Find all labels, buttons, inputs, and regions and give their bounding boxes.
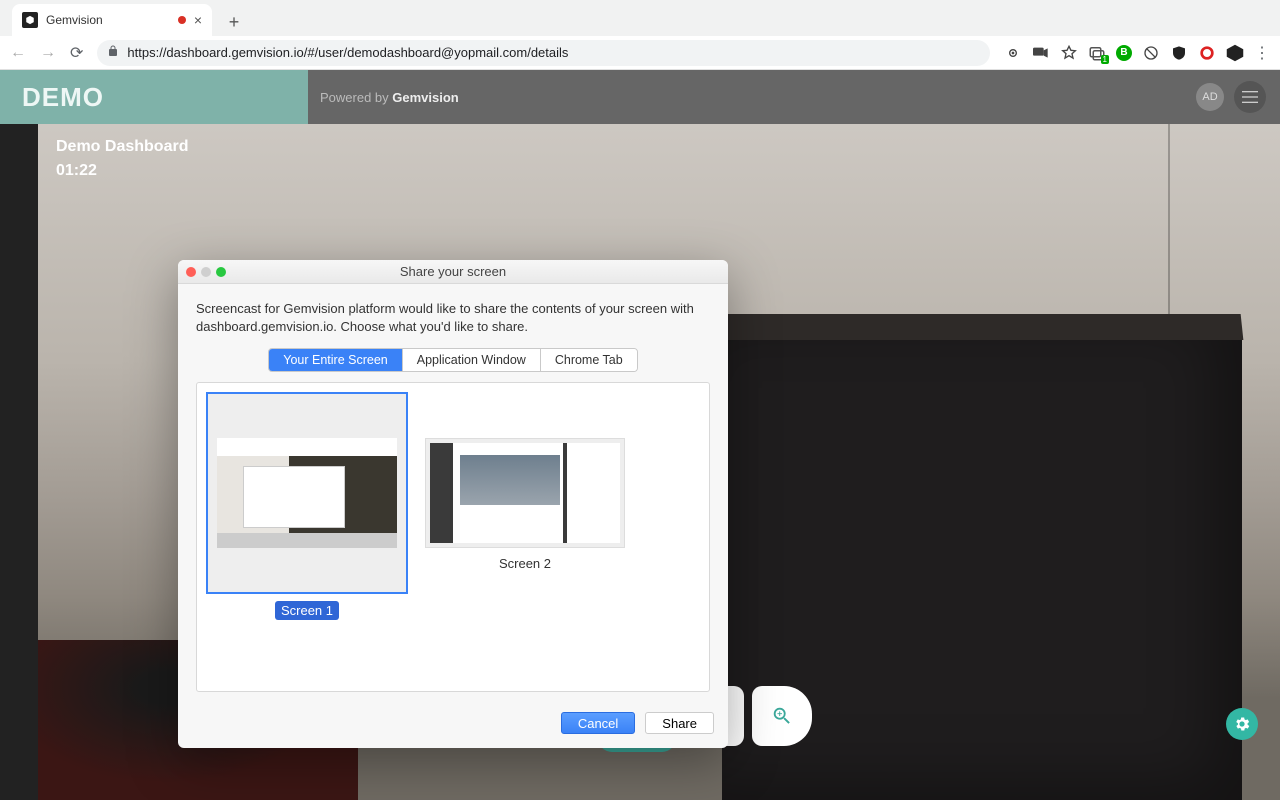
- window-close-icon[interactable]: [186, 267, 196, 277]
- favicon-icon: [22, 12, 38, 28]
- reload-button[interactable]: ⟳: [70, 43, 83, 63]
- screen-option-1[interactable]: Screen 1: [207, 393, 407, 681]
- forward-button[interactable]: →: [40, 44, 56, 62]
- tab-entire-screen[interactable]: Your Entire Screen: [269, 349, 402, 371]
- ext-red-icon[interactable]: [1198, 44, 1216, 62]
- tab-chrome-tab[interactable]: Chrome Tab: [541, 349, 637, 371]
- lock-icon: [107, 45, 119, 60]
- dialog-title: Share your screen: [400, 264, 506, 279]
- app-logo: DEMO: [0, 70, 308, 124]
- menu-button[interactable]: [1234, 81, 1266, 113]
- video-stage: Demo Dashboard 01:22 Share your screen S…: [0, 124, 1280, 800]
- screen-option-2[interactable]: Screen 2: [425, 393, 625, 681]
- share-screen-dialog: Share your screen Screencast for Gemvisi…: [178, 260, 728, 748]
- recording-icon: [178, 16, 186, 24]
- address-bar[interactable]: https://dashboard.gemvision.io/#/user/de…: [97, 40, 990, 66]
- tab-title: Gemvision: [46, 13, 170, 27]
- screen-label-1: Screen 1: [275, 601, 339, 620]
- ext-block-icon[interactable]: [1142, 44, 1160, 62]
- zoom-in-button[interactable]: [752, 686, 812, 746]
- window-zoom-icon[interactable]: [216, 267, 226, 277]
- screen-thumbnails: Screen 1 Screen 2: [196, 382, 710, 692]
- tab-strip: Gemvision × +: [0, 0, 1280, 36]
- browser-chrome: Gemvision × + ← → ⟳ https://dashboard.ge…: [0, 0, 1280, 70]
- powered-by: Powered by Gemvision: [320, 90, 459, 105]
- screen-label-2: Screen 2: [499, 556, 551, 571]
- ext-green-icon[interactable]: B: [1116, 45, 1132, 61]
- ext-shield-icon[interactable]: [1170, 44, 1188, 62]
- back-button[interactable]: ←: [10, 44, 26, 62]
- tab-close-button[interactable]: ×: [194, 12, 202, 28]
- star-icon[interactable]: [1060, 44, 1078, 62]
- extension-icons: 1 B ⋮: [1004, 43, 1270, 63]
- new-tab-button[interactable]: +: [220, 8, 248, 36]
- url-text: https://dashboard.gemvision.io/#/user/de…: [127, 45, 568, 60]
- call-timer: 01:22: [56, 162, 188, 180]
- call-info-overlay: Demo Dashboard 01:22: [38, 124, 188, 180]
- settings-button[interactable]: [1226, 708, 1258, 740]
- left-gutter: [0, 124, 38, 800]
- window-controls: [186, 267, 226, 277]
- app-header: DEMO Powered by Gemvision AD: [0, 70, 1280, 124]
- cancel-button[interactable]: Cancel: [561, 712, 635, 734]
- window-minimize-icon: [201, 267, 211, 277]
- tab-app-window[interactable]: Application Window: [403, 349, 541, 371]
- ext-tabs-icon[interactable]: 1: [1088, 44, 1106, 62]
- dialog-footer: Cancel Share: [178, 704, 728, 748]
- screen-thumb-2: [425, 438, 625, 548]
- browser-toolbar: ← → ⟳ https://dashboard.gemvision.io/#/u…: [0, 36, 1280, 70]
- call-title: Demo Dashboard: [56, 138, 188, 156]
- browser-menu-button[interactable]: ⋮: [1254, 43, 1270, 63]
- ext-locate-icon[interactable]: [1004, 44, 1022, 62]
- share-mode-tabs: Your Entire Screen Application Window Ch…: [268, 348, 637, 372]
- dialog-description: Screencast for Gemvision platform would …: [196, 300, 710, 336]
- screen-thumb-1: [207, 393, 407, 593]
- ext-diamond-icon[interactable]: [1226, 44, 1244, 62]
- ext-camera-icon[interactable]: [1032, 44, 1050, 62]
- dialog-titlebar: Share your screen: [178, 260, 728, 284]
- share-button[interactable]: Share: [645, 712, 714, 734]
- browser-tab-active[interactable]: Gemvision ×: [12, 4, 212, 36]
- avatar[interactable]: AD: [1196, 83, 1224, 111]
